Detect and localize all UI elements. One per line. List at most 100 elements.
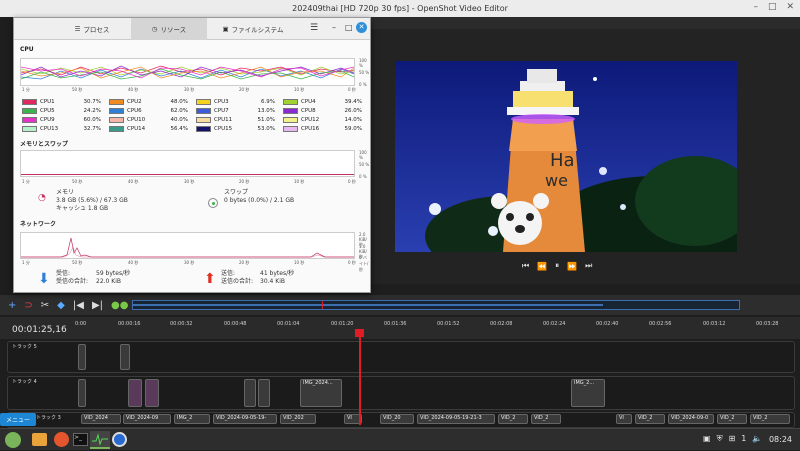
cpu-legend-item[interactable]: CPU8 26.0% [283, 108, 362, 114]
cpu-legend-item[interactable]: CPU9 60.0% [22, 117, 101, 123]
maximize-icon[interactable]: □ [345, 23, 353, 32]
color-swatch[interactable] [22, 108, 37, 114]
clip[interactable]: VID_2024 [81, 414, 121, 424]
clip[interactable]: IMG_2... [571, 379, 605, 407]
center-playhead-icon[interactable]: ●● [111, 300, 128, 311]
folder-icon[interactable] [32, 433, 47, 446]
color-swatch[interactable] [109, 117, 124, 123]
color-swatch[interactable] [283, 126, 298, 132]
clip[interactable] [78, 344, 86, 370]
x-axis-label: 10 秒 [294, 179, 305, 184]
color-swatch[interactable] [196, 126, 211, 132]
system-monitor-task-icon[interactable] [90, 431, 110, 449]
cpu-legend-item[interactable]: CPU12 14.0% [283, 117, 362, 123]
rewind-icon[interactable]: ⏪ [537, 262, 547, 271]
clock[interactable]: 08:24 [769, 435, 792, 444]
close-icon[interactable]: ✕ [786, 2, 794, 12]
minimize-icon[interactable]: – [753, 2, 758, 12]
add-track-icon[interactable]: + [8, 300, 16, 311]
clip[interactable]: VID_2024-09-05-19- [213, 414, 277, 424]
timeline-zoom-slider[interactable] [132, 300, 740, 310]
color-swatch[interactable] [22, 126, 37, 132]
color-swatch[interactable] [109, 108, 124, 114]
color-swatch[interactable] [22, 117, 37, 123]
clip[interactable]: VI [616, 414, 632, 424]
color-swatch[interactable] [22, 99, 37, 105]
shield-icon[interactable]: ⛨ [717, 434, 723, 444]
snap-icon[interactable]: ⊃ [24, 300, 32, 311]
clip[interactable] [128, 379, 142, 407]
clip[interactable]: VID_2 [531, 414, 561, 424]
clip[interactable]: VID_2024-09-05-19-21-3 [417, 414, 495, 424]
clip[interactable] [244, 379, 256, 407]
cpu-legend-item[interactable]: CPU4 39.4% [283, 99, 362, 105]
next-marker-icon[interactable]: ▶| [92, 300, 103, 311]
notification-count[interactable]: 1 [741, 434, 746, 444]
minimize-icon[interactable]: – [332, 23, 336, 32]
cpu-legend-item[interactable]: CPU5 24.2% [22, 108, 101, 114]
track-5[interactable]: トラック 5 [7, 341, 795, 373]
clip[interactable] [258, 379, 270, 407]
clip[interactable]: IMG_2024... [300, 379, 342, 407]
color-swatch[interactable] [109, 126, 124, 132]
cpu-legend-item[interactable]: CPU14 56.4% [109, 126, 188, 132]
tab-filesystems[interactable]: ▣ ファイルシステム [208, 18, 298, 40]
razor-icon[interactable]: ✂ [41, 300, 49, 311]
clip[interactable]: VID_2 [717, 414, 747, 424]
cpu-legend-item[interactable]: CPU3 6.9% [196, 99, 275, 105]
x-axis-label: 20 秒 [239, 260, 250, 265]
color-swatch[interactable] [196, 99, 211, 105]
color-swatch[interactable] [109, 99, 124, 105]
color-swatch[interactable] [283, 117, 298, 123]
fast-forward-icon[interactable]: ⏩ [567, 262, 577, 271]
tab-processes[interactable]: ☰ プロセス [54, 18, 130, 40]
send-rate: 41 bytes/秒 [260, 270, 295, 277]
jump-start-icon[interactable]: ⏮ [522, 261, 529, 271]
cpu-legend-item[interactable]: CPU16 59.0% [283, 126, 362, 132]
cpu-legend-item[interactable]: CPU1 30.7% [22, 99, 101, 105]
cpu-legend-item[interactable]: CPU13 32.7% [22, 126, 101, 132]
clip[interactable]: VID_2 [498, 414, 528, 424]
hamburger-menu-icon[interactable]: ☰ [310, 23, 318, 33]
clip[interactable]: VID_2024-09 [123, 414, 171, 424]
cpu-legend-item[interactable]: CPU7 13.0% [196, 108, 275, 114]
clip[interactable] [145, 379, 159, 407]
y-axis-label: 50 % [359, 162, 370, 167]
clip[interactable]: VID_202 [280, 414, 316, 424]
track-3[interactable]: トラック 3 VID_2024 VID_2024-09 IMG_2 VID_20… [7, 412, 795, 428]
track-4[interactable]: トラック 4 IMG_2024... IMG_2... [7, 376, 795, 410]
clipboard-icon[interactable]: ▣ [703, 434, 711, 444]
color-swatch[interactable] [283, 99, 298, 105]
timeline-ruler[interactable]: 0:00 00:00:16 00:00:32 00:00:48 00:01:04… [0, 317, 800, 339]
clip[interactable]: IMG_2 [174, 414, 210, 424]
color-swatch[interactable] [196, 108, 211, 114]
cpu-legend-item[interactable]: CPU2 48.0% [109, 99, 188, 105]
openshot-task-icon[interactable] [112, 432, 127, 447]
color-swatch[interactable] [196, 117, 211, 123]
y-axis-label: 100 % [359, 150, 367, 160]
cpu-legend-item[interactable]: CPU6 62.0% [109, 108, 188, 114]
cpu-legend-item[interactable]: CPU11 51.0% [196, 117, 275, 123]
add-marker-icon[interactable]: ◆ [57, 300, 65, 311]
pause-icon[interactable]: ⏸ [555, 261, 559, 271]
clip[interactable]: VID_20 [380, 414, 414, 424]
previous-marker-icon[interactable]: |◀ [73, 300, 84, 311]
cpu-legend-item[interactable]: CPU15 53.0% [196, 126, 275, 132]
maximize-icon[interactable]: □ [768, 2, 777, 12]
playhead[interactable] [359, 329, 361, 425]
clip[interactable]: VID_2 [750, 414, 790, 424]
terminal-icon[interactable]: >_ [73, 433, 88, 446]
firefox-icon[interactable] [54, 432, 69, 447]
network-icon[interactable]: ⊞ [729, 434, 736, 444]
jump-end-icon[interactable]: ⏭ [585, 261, 592, 271]
clip[interactable] [120, 344, 130, 370]
clip[interactable]: VID_2 [635, 414, 665, 424]
close-icon[interactable]: ✕ [356, 22, 367, 33]
clip[interactable] [78, 379, 86, 407]
volume-icon[interactable]: 🔈 [752, 434, 762, 444]
color-swatch[interactable] [283, 108, 298, 114]
clip[interactable]: VID_2024-09-0 [668, 414, 714, 424]
tab-resources[interactable]: ◷ リソース [131, 18, 207, 40]
cpu-legend-item[interactable]: CPU10 40.0% [109, 117, 188, 123]
mint-menu-icon[interactable] [5, 432, 21, 448]
